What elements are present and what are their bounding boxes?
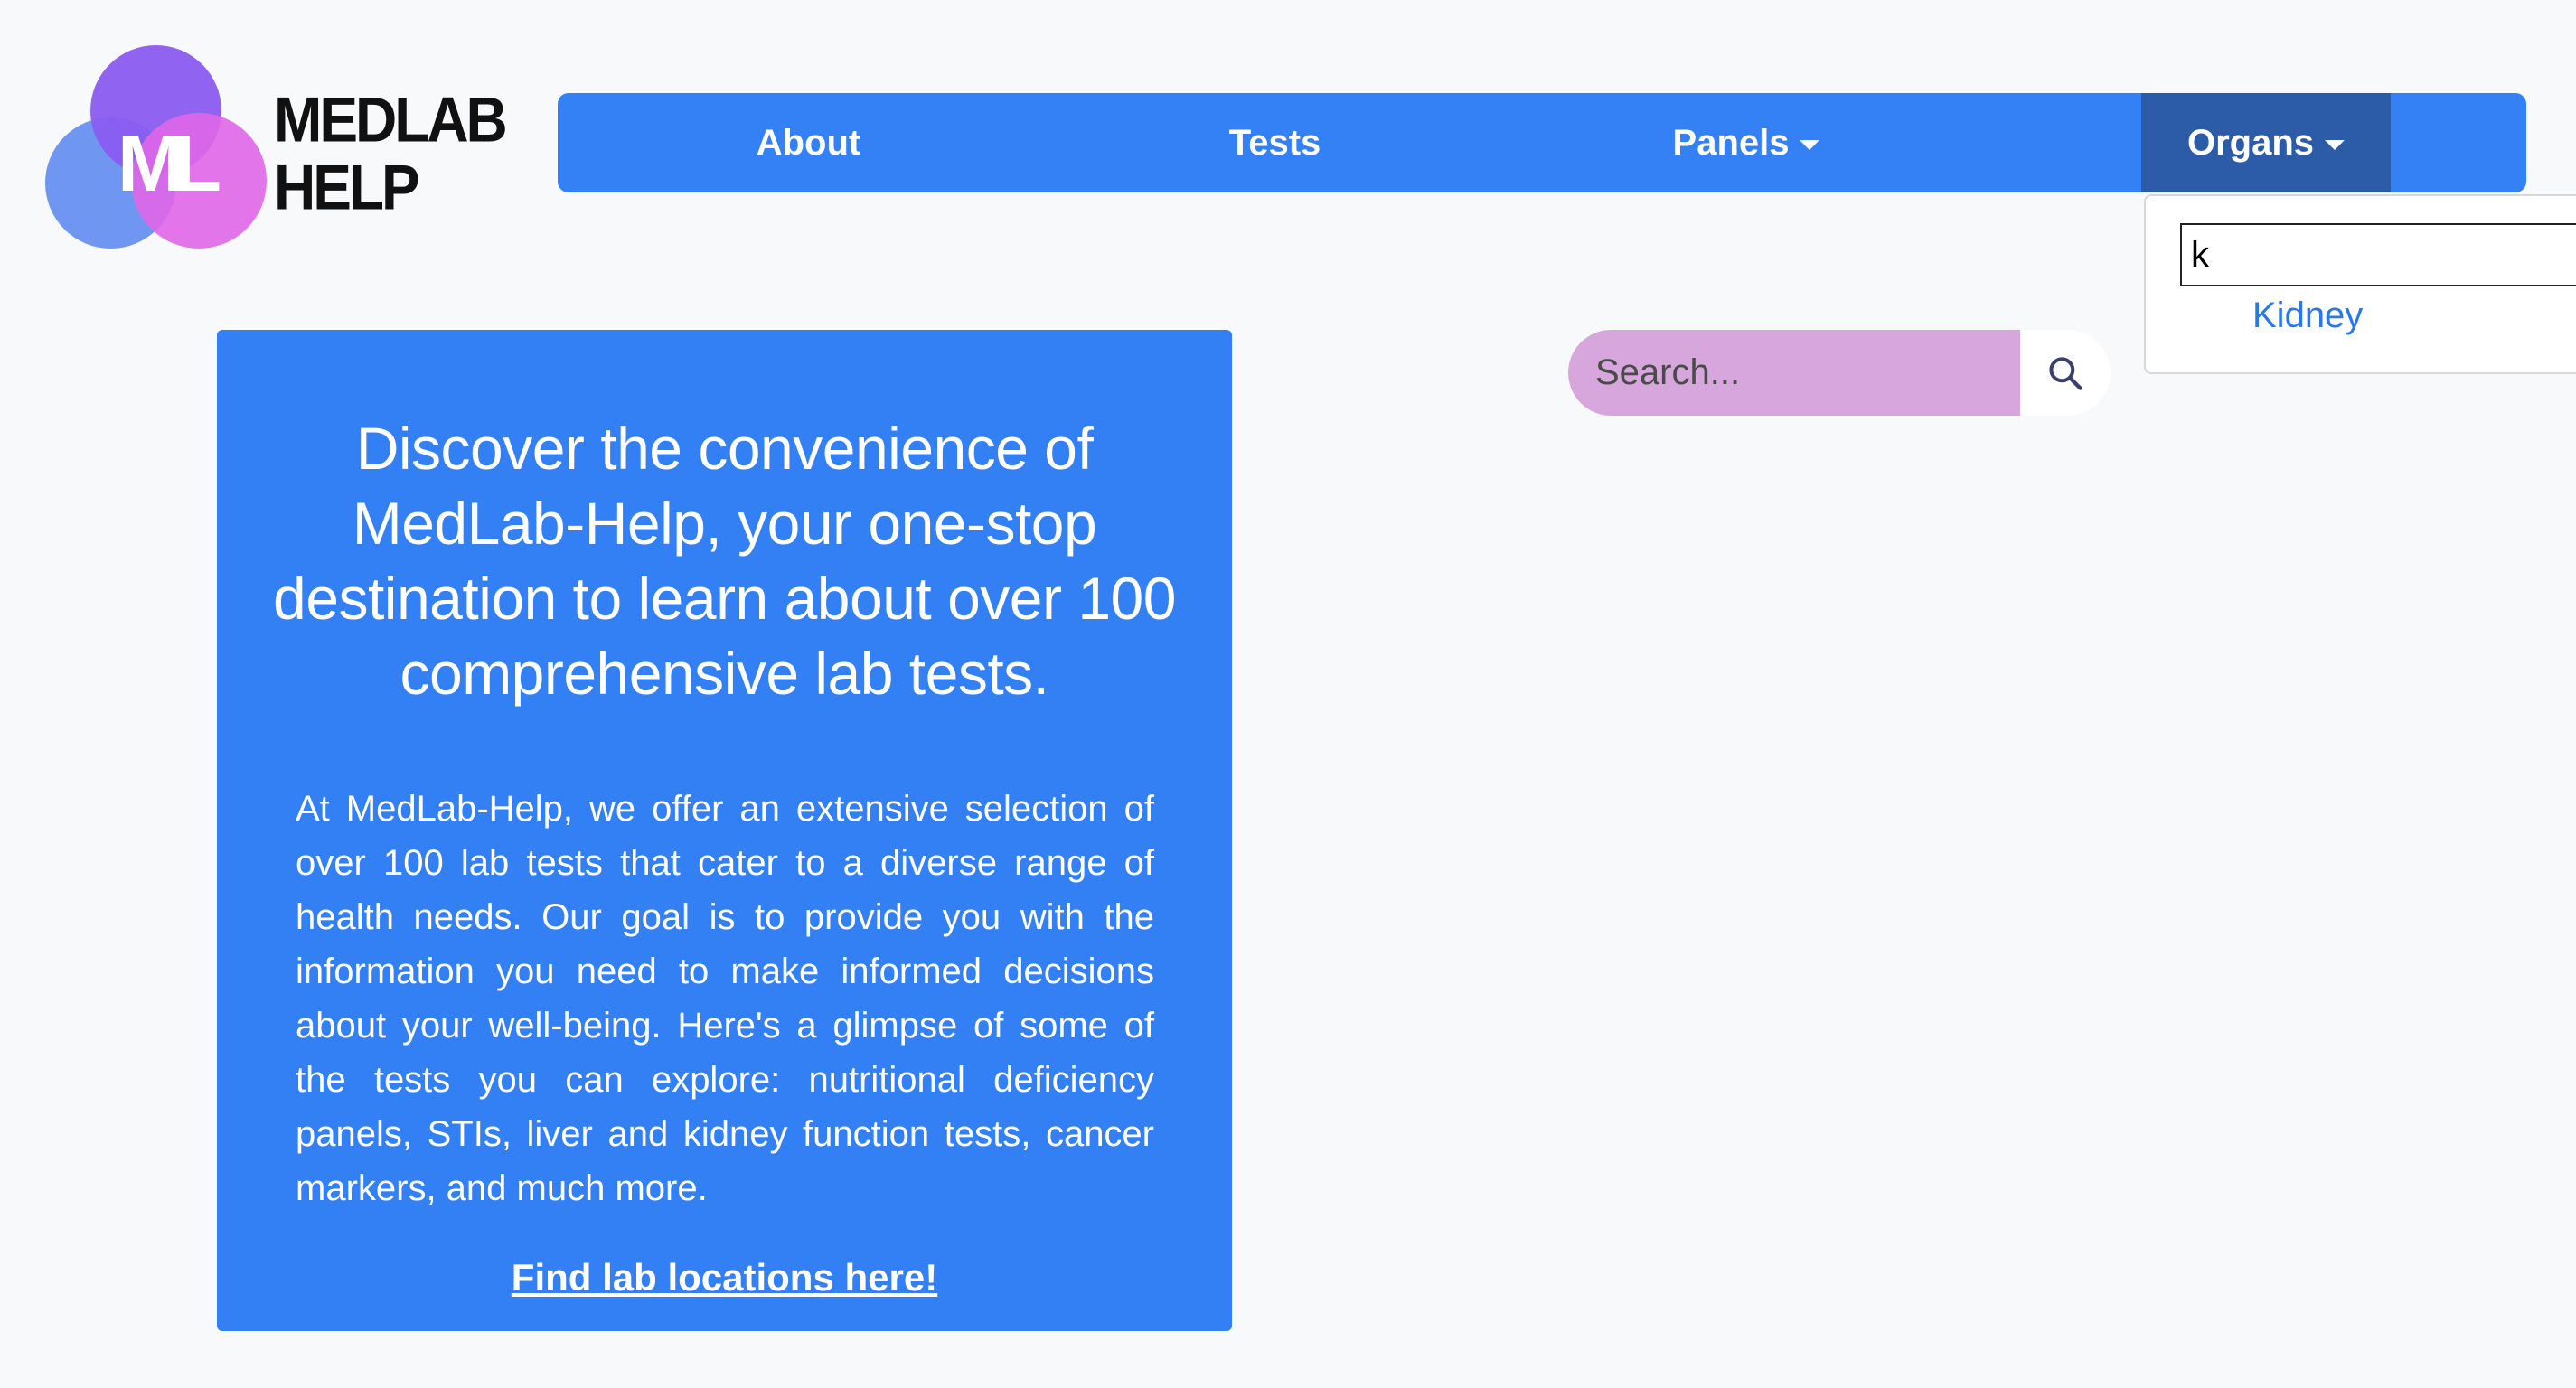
logo-monogram: ML [118, 118, 221, 208]
nav-about[interactable]: About [702, 93, 915, 192]
organs-dropdown-menu: Kidney [2144, 194, 2576, 374]
logo-wordmark-line1: MEDLAB [274, 83, 508, 155]
site-logo[interactable]: ML MEDLAB HELP [41, 41, 508, 249]
nav-about-label: About [756, 122, 861, 163]
nav-organs-dropdown[interactable]: Organs [2141, 93, 2391, 192]
logo-wordmark: MEDLAB HELP [274, 83, 508, 223]
caret-down-icon [1800, 139, 1820, 150]
hero-title: Discover the convenience of MedLab-Help,… [273, 415, 1176, 707]
search-icon [2049, 356, 2082, 390]
organs-filter-input[interactable] [2180, 223, 2576, 286]
main-navbar: About Tests Panels Organs [558, 93, 2526, 192]
nav-tests-label: Tests [1228, 122, 1321, 163]
hero-description: At MedLab-Help, we offer an extensive se… [296, 789, 1154, 1208]
caret-down-icon [2325, 139, 2346, 150]
dropdown-item-kidney[interactable]: Kidney [2252, 295, 2363, 336]
search-button[interactable] [2020, 330, 2111, 416]
nav-panels-dropdown[interactable]: Panels [1633, 93, 1859, 192]
search-input[interactable] [1568, 330, 2020, 416]
nav-panels-label: Panels [1672, 122, 1790, 163]
nav-tests[interactable]: Tests [1169, 93, 1381, 192]
hero-card: Discover the convenience of MedLab-Help,… [217, 330, 1232, 1331]
find-lab-locations-link[interactable]: Find lab locations here! [217, 1256, 1232, 1299]
logo-wordmark-line2: HELP [274, 151, 420, 223]
nav-organs-label: Organs [2186, 122, 2315, 163]
search-bar [1568, 330, 2111, 416]
page: ML MEDLAB HELP About Tests Panels Organs… [0, 0, 2576, 1388]
